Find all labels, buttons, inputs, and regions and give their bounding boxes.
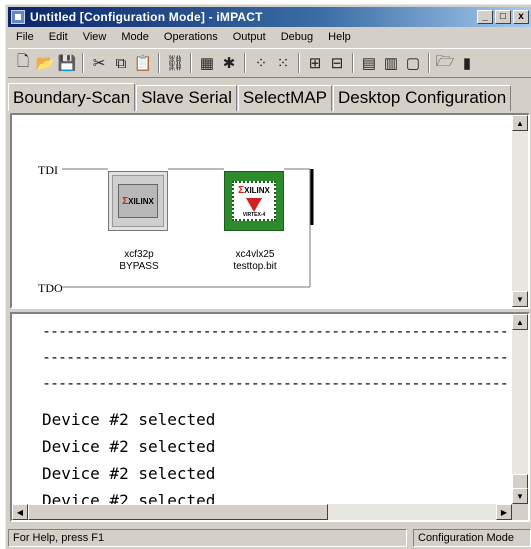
file-icon[interactable]: 🗁 <box>434 52 456 74</box>
chip-die: ΣXILINX VIRTEX-4 <box>232 181 276 221</box>
menu-bar: File Edit View Mode Operations Output De… <box>8 28 531 46</box>
status-bar: For Help, press F1 Configuration Mode <box>8 528 531 548</box>
menu-file[interactable]: File <box>8 31 41 43</box>
menu-edit[interactable]: Edit <box>41 31 75 43</box>
open-icon[interactable]: 📂 <box>34 52 56 74</box>
menu-debug[interactable]: Debug <box>273 31 320 43</box>
scroll-up-arrow-icon[interactable]: ▲ <box>512 115 528 131</box>
device-1-label: xcf32p BYPASS <box>104 249 174 273</box>
diagram-vertical-scrollbar[interactable]: ▲ ▼ <box>512 115 528 307</box>
chip-die: ΣXILINX <box>118 184 158 218</box>
menu-help[interactable]: Help <box>320 31 358 43</box>
minimize-button[interactable]: _ <box>477 10 493 24</box>
device-2-file: testtop.bit <box>233 261 277 272</box>
cut-icon[interactable]: ✂ <box>88 52 110 74</box>
paste-icon[interactable]: 📋 <box>132 52 154 74</box>
log-separator: ----------------------------------------… <box>42 322 509 340</box>
close-button[interactable]: x <box>513 10 529 24</box>
virtex-logo-icon <box>246 198 262 212</box>
log-line: Device #2 selected <box>42 437 216 456</box>
device-2-label: xc4vlx25 testtop.bit <box>218 249 292 273</box>
log-line: Device #2 selected <box>42 410 216 429</box>
menu-view[interactable]: View <box>75 31 114 43</box>
identify-icon[interactable]: ✱ <box>218 52 240 74</box>
erase-icon[interactable]: ▥ <box>380 52 402 74</box>
device-xcf32p[interactable]: ΣXILINX <box>108 171 168 231</box>
scroll-down-arrow-icon[interactable]: ▼ <box>512 488 528 504</box>
menu-output[interactable]: Output <box>225 31 273 43</box>
virtex-label: VIRTEX-4 <box>242 212 266 218</box>
chip-icon[interactable]: ⊞ <box>304 52 326 74</box>
log-separator: ----------------------------------------… <box>42 374 509 392</box>
log-separator: ----------------------------------------… <box>42 348 509 366</box>
output-log[interactable]: ----------------------------------------… <box>10 312 530 522</box>
tab-boundary-scan[interactable]: Boundary-Scan <box>8 83 136 111</box>
grid-icon[interactable]: ⁘ <box>250 52 272 74</box>
device-1-file: BYPASS <box>119 261 159 272</box>
impact-window: Untitled [Configuration Mode] - iMPACT _… <box>5 4 531 549</box>
tdi-label: TDI <box>38 163 58 177</box>
boundary-scan-diagram[interactable]: TDI TDO ΣXILINX xcf32p BYPASS ΣXILINX VI… <box>10 113 530 309</box>
log-line: Device #2 selected <box>42 464 216 483</box>
toolbar-separator <box>82 53 84 73</box>
log-vertical-scrollbar[interactable]: ▲ ▼ <box>512 314 528 504</box>
toolbar-separator <box>298 53 300 73</box>
log-horizontal-scrollbar[interactable]: ◀ ▶ <box>12 504 512 520</box>
title-bar[interactable]: Untitled [Configuration Mode] - iMPACT _… <box>8 7 531 27</box>
new-icon[interactable]: 🗋 <box>12 52 34 74</box>
toolbar-separator <box>352 53 354 73</box>
toolbar-separator <box>428 53 430 73</box>
window-icon[interactable]: ⊟ <box>326 52 348 74</box>
blank-icon[interactable]: ▢ <box>402 52 424 74</box>
scroll-left-arrow-icon[interactable]: ◀ <box>12 504 28 520</box>
maximize-button[interactable]: □ <box>495 10 511 24</box>
window-title: Untitled [Configuration Mode] - iMPACT <box>30 10 263 24</box>
toolbar-separator <box>190 53 192 73</box>
scroll-down-arrow-icon[interactable]: ▼ <box>512 291 528 307</box>
program-icon[interactable]: ▦ <box>196 52 218 74</box>
device-2-part: xc4vlx25 <box>235 249 275 260</box>
toolbar-separator <box>244 53 246 73</box>
xilinx-logo: ΣXILINX <box>238 185 270 196</box>
log-hscroll-thumb[interactable] <box>28 504 328 520</box>
toolbar: 🗋 📂 💾 ✂ ⧉ 📋 ⛓ ▦ ✱ ⁘ ⁙ ⊞ ⊟ ▤ ▥ ▢ 🗁 ▮ <box>8 48 531 78</box>
more-icon[interactable]: ▮ <box>456 52 478 74</box>
status-help-text: For Help, press F1 <box>8 529 407 547</box>
device-1-part: xcf32p <box>124 249 154 260</box>
assign-icon[interactable]: ▤ <box>358 52 380 74</box>
scroll-up-arrow-icon[interactable]: ▲ <box>512 314 528 330</box>
chain-icon[interactable]: ⛓ <box>164 52 186 74</box>
log-content: ----------------------------------------… <box>42 318 512 514</box>
tdo-label: TDO <box>38 281 63 295</box>
tab-desktop-configuration[interactable]: Desktop Configuration <box>333 85 512 111</box>
status-mode: Configuration Mode <box>413 529 531 547</box>
copy-icon[interactable]: ⧉ <box>110 52 132 74</box>
scroll-right-arrow-icon[interactable]: ▶ <box>496 504 512 520</box>
tab-selectmap[interactable]: SelectMAP <box>237 85 332 111</box>
xilinx-logo: ΣXILINX <box>122 195 154 207</box>
scroll-corner <box>512 504 528 520</box>
device-xc4vlx25[interactable]: ΣXILINX VIRTEX-4 <box>224 171 284 231</box>
toolbar-separator <box>158 53 160 73</box>
app-icon[interactable] <box>11 10 25 24</box>
menu-operations[interactable]: Operations <box>156 31 225 43</box>
grid2-icon[interactable]: ⁙ <box>272 52 294 74</box>
save-icon[interactable]: 💾 <box>56 52 78 74</box>
tab-slave-serial[interactable]: Slave Serial <box>136 85 237 111</box>
mode-tabs: Boundary-Scan Slave Serial SelectMAP Des… <box>8 81 531 111</box>
menu-mode[interactable]: Mode <box>113 31 156 43</box>
